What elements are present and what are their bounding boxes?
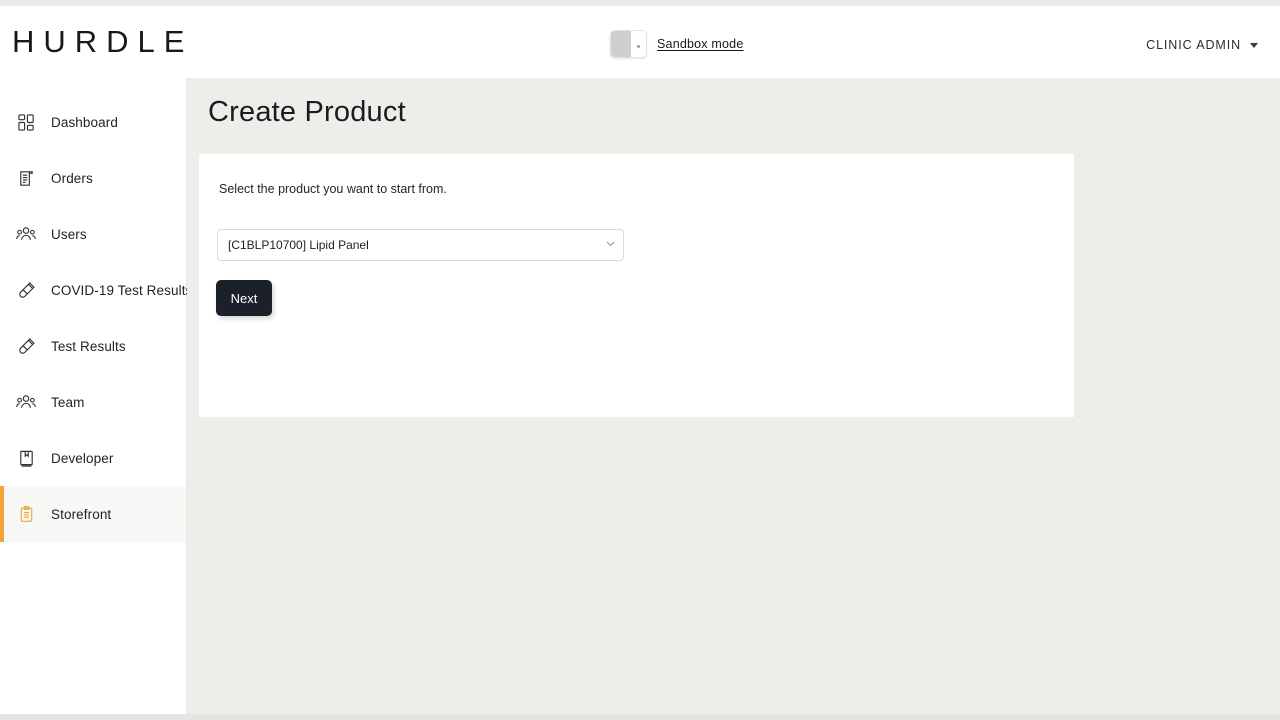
product-select-wrapper: [C1BLP10700] Lipid Panel [217, 229, 624, 261]
sidebar-item-label: Dashboard [51, 114, 118, 130]
sandbox-toggle-switch[interactable] [610, 30, 647, 58]
sandbox-mode-link[interactable]: Sandbox mode [657, 37, 744, 51]
sidebar-item-team[interactable]: Team [0, 374, 186, 430]
create-product-card: Select the product you want to start fro… [199, 154, 1074, 417]
test-tube-icon [16, 280, 36, 300]
sidebar-item-label: Developer [51, 450, 114, 466]
people-group-icon [16, 392, 36, 412]
sidebar-item-label: Orders [51, 170, 93, 186]
app-header: HURDLE Sandbox mode CLINIC ADMIN [0, 6, 1280, 78]
next-button[interactable]: Next [216, 280, 272, 316]
hurdle-logo: HURDLE [12, 24, 194, 59]
toggle-knob [631, 31, 646, 57]
chevron-down-icon [1250, 42, 1258, 48]
sidebar-item-covid-19-test-results[interactable]: COVID-19 Test Results [0, 262, 192, 318]
grid-dashboard-icon [16, 112, 36, 132]
sidebar-item-test-results[interactable]: Test Results [0, 318, 186, 374]
sidebar-item-storefront[interactable]: Storefront [0, 486, 186, 542]
browser-bottom-strip [0, 714, 1280, 720]
toggle-track [611, 31, 631, 57]
test-tube-icon [16, 336, 36, 356]
sidebar-item-dashboard[interactable]: Dashboard [0, 94, 186, 150]
sidebar-item-developer[interactable]: Developer [0, 430, 186, 486]
receipt-document-icon [16, 168, 36, 188]
app-root: HURDLE Sandbox mode CLINIC ADMIN Dashboa… [0, 0, 1280, 720]
main-content: Create Product Select the product you wa… [187, 78, 1280, 714]
clipboard-icon [16, 504, 36, 524]
sidebar-item-label: Team [51, 394, 85, 410]
sidebar-item-label: COVID-19 Test Results [51, 282, 193, 298]
sidebar: Dashboard Orders Users COVID-19 Test Res… [0, 78, 192, 714]
sidebar-item-users[interactable]: Users [0, 206, 186, 262]
user-menu-label: CLINIC ADMIN [1146, 38, 1241, 52]
page-title: Create Product [208, 96, 406, 128]
card-help-text: Select the product you want to start fro… [219, 182, 447, 196]
sidebar-item-label: Test Results [51, 338, 126, 354]
sandbox-mode-control: Sandbox mode [610, 30, 744, 58]
sidebar-item-orders[interactable]: Orders [0, 150, 186, 206]
user-menu[interactable]: CLINIC ADMIN [1146, 38, 1258, 52]
product-select[interactable]: [C1BLP10700] Lipid Panel [217, 229, 624, 261]
sidebar-item-label: Storefront [51, 506, 112, 522]
sidebar-item-label: Users [51, 226, 87, 242]
people-group-icon [16, 224, 36, 244]
book-icon [16, 448, 36, 468]
